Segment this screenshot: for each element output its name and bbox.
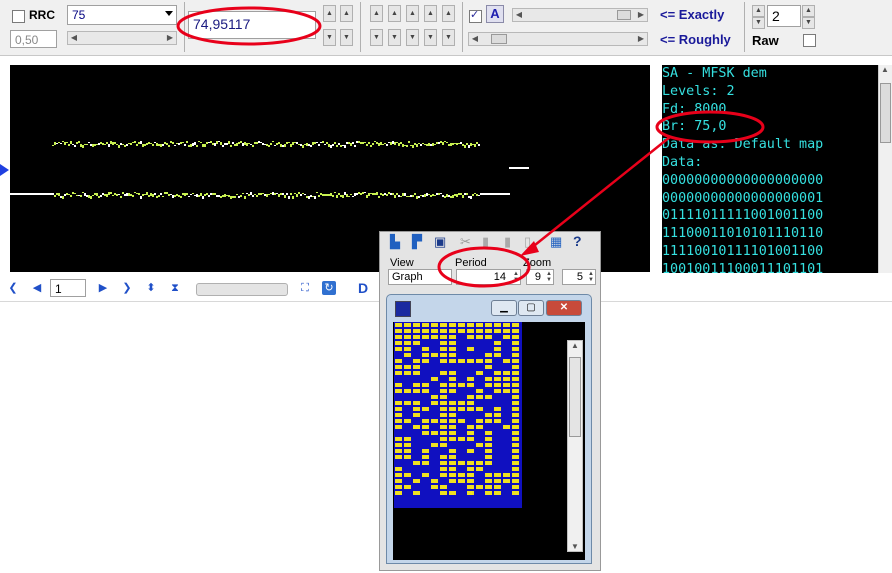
highlight-ellipse	[655, 110, 765, 144]
highlight-ellipse	[176, 6, 322, 46]
annotation-layer	[176, 6, 765, 288]
highlight-ellipse	[437, 246, 531, 288]
annotation-arrow	[529, 136, 671, 250]
